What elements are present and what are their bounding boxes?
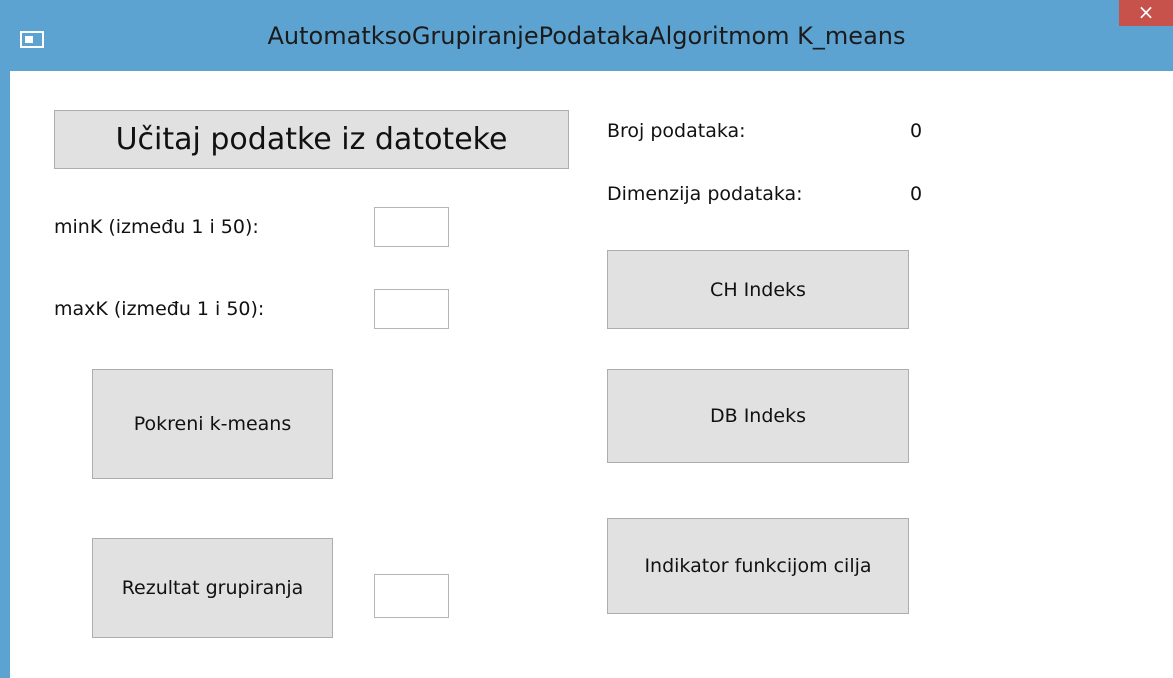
app-window: AutomatksoGrupiranjePodatakaAlgoritmom K… (0, 0, 1173, 678)
load-data-button[interactable]: Učitaj podatke iz datoteke (54, 110, 569, 169)
client-area: Učitaj podatke iz datoteke minK (između … (10, 71, 1173, 678)
run-kmeans-button[interactable]: Pokreni k-means (92, 369, 333, 479)
data-count-label: Broj podataka: (607, 120, 746, 142)
clustering-result-button[interactable]: Rezultat grupiranja (92, 538, 333, 638)
objective-function-button[interactable]: Indikator funkcijom cilja (607, 518, 909, 614)
data-dimension-label: Dimenzija podataka: (607, 183, 803, 205)
db-index-button[interactable]: DB Indeks (607, 369, 909, 463)
close-button[interactable]: × (1119, 0, 1173, 26)
title-bar[interactable]: AutomatksoGrupiranjePodatakaAlgoritmom K… (0, 0, 1173, 71)
result-input[interactable] (374, 574, 449, 618)
data-dimension-value: 0 (910, 183, 923, 205)
min-k-label: minK (između 1 i 50): (54, 216, 259, 238)
max-k-label: maxK (između 1 i 50): (54, 298, 265, 320)
min-k-input[interactable] (374, 207, 449, 247)
max-k-input[interactable] (374, 289, 449, 329)
window-title: AutomatksoGrupiranjePodatakaAlgoritmom K… (267, 22, 906, 50)
ch-index-button[interactable]: CH Indeks (607, 250, 909, 329)
data-count-value: 0 (910, 120, 923, 142)
